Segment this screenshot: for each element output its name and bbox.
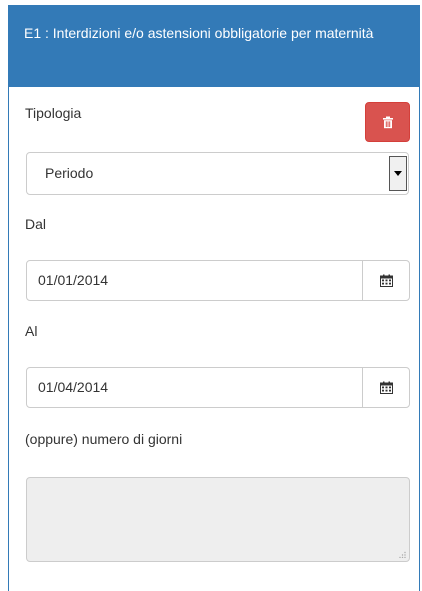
tipologia-label: Tipologia [25,105,82,121]
al-calendar-button[interactable] [362,368,409,407]
giorni-textarea[interactable] [26,477,410,562]
period-panel: E1 : Interdizioni e/o astensioni obbliga… [8,5,420,591]
dal-label: Dal [25,216,47,232]
al-label: Al [25,323,38,339]
dal-date-field[interactable]: 01/01/2014 [26,260,410,301]
dal-date-value: 01/01/2014 [38,272,109,288]
al-date-field[interactable]: 01/04/2014 [26,367,410,408]
trash-icon [382,116,393,128]
dal-calendar-button[interactable] [362,261,409,300]
tipologia-select-value: Periodo [45,165,94,181]
tipologia-select[interactable]: Periodo [26,152,409,195]
calendar-icon [379,381,393,394]
panel-title: E1 : Interdizioni e/o astensioni obbliga… [9,6,419,87]
al-date-value: 01/04/2014 [38,379,109,395]
delete-button[interactable] [365,102,410,142]
calendar-icon [379,274,393,287]
chevron-down-icon[interactable] [389,156,407,191]
resize-grip-icon[interactable] [399,551,406,558]
giorni-label: (oppure) numero di giorni [25,431,183,447]
